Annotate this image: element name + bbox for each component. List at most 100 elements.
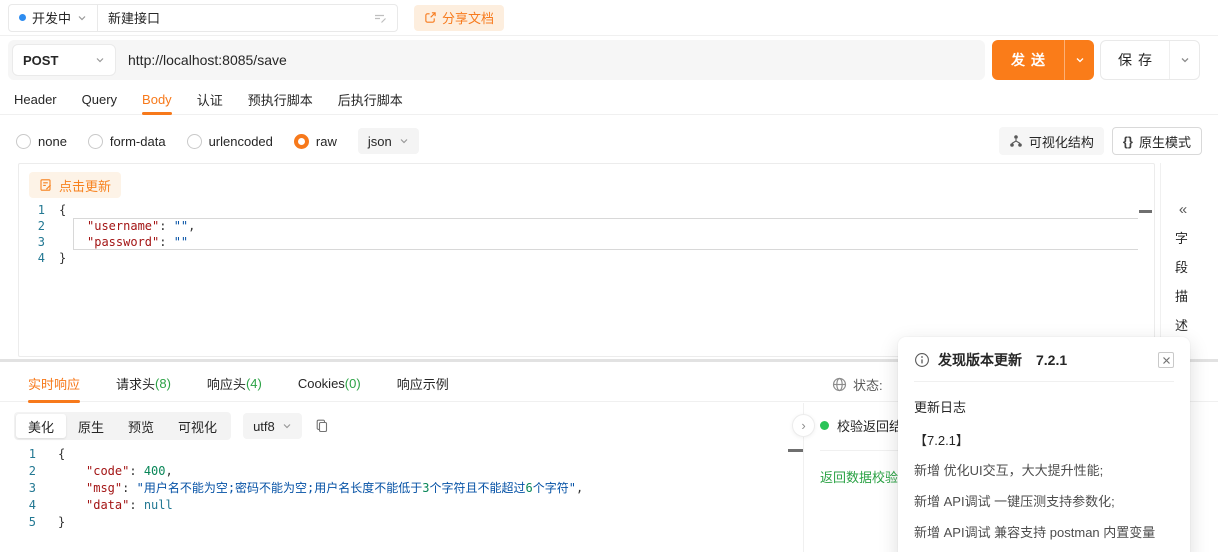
visual-structure-button[interactable]: 可视化结构 — [999, 127, 1104, 155]
save-options-caret[interactable] — [1169, 41, 1199, 79]
close-icon — [1162, 356, 1171, 365]
changelog-item: 新增 API调试 一键压测支持参数化; — [914, 492, 1174, 511]
share-doc-label: 分享文档 — [442, 8, 494, 27]
share-icon — [424, 11, 437, 24]
info-circle-icon — [914, 352, 930, 368]
api-name-group: 开发中 新建接口 — [8, 4, 398, 32]
radio-circle — [187, 134, 202, 149]
chevron-down-icon — [399, 136, 409, 146]
popup-header: 发现版本更新 7.2.1 — [914, 350, 1174, 370]
close-popup-button[interactable] — [1158, 352, 1174, 368]
view-preview[interactable]: 预览 — [116, 414, 166, 438]
chevron-down-icon — [1075, 55, 1085, 65]
response-code-area[interactable]: 1 { 2 "code": 400, 3 "msg": "用户名不能为空;密码不… — [0, 446, 788, 552]
api-name-value: 新建接口 — [108, 8, 160, 27]
field-description-panel: « 字段描述 — [1160, 163, 1218, 357]
editor-minimap[interactable] — [1138, 202, 1154, 356]
radio-urlencoded[interactable]: urlencoded — [187, 134, 273, 149]
validation-title-row: 校验返回结 — [820, 416, 902, 435]
validation-status-dot — [820, 421, 829, 430]
popup-title: 发现版本更新 — [938, 350, 1022, 370]
document-edit-icon — [39, 178, 53, 192]
view-beautify[interactable]: 美化 — [16, 414, 66, 438]
popup-version: 7.2.1 — [1036, 352, 1067, 368]
line-number: 4 — [19, 250, 59, 266]
divider — [914, 381, 1174, 382]
send-options-caret[interactable] — [1064, 40, 1094, 80]
code-line: 1 { — [19, 202, 1138, 218]
tab-query[interactable]: Query — [82, 84, 117, 114]
request-tabs: Header Query Body 认证 预执行脚本 后执行脚本 — [0, 84, 1218, 115]
radio-form-data[interactable]: form-data — [88, 134, 166, 149]
method-select[interactable]: POST — [12, 44, 116, 76]
tab-realtime-response[interactable]: 实时响应 — [28, 366, 80, 402]
app-root: 开发中 新建接口 分享文档 POST http://localhost:8085… — [0, 0, 1218, 552]
raw-mode-button[interactable]: {} 原生模式 — [1112, 127, 1202, 155]
chevron-down-icon — [95, 55, 105, 65]
body-row-right: 可视化结构 {} 原生模式 — [999, 127, 1202, 155]
response-toolbar: 美化 原生 预览 可视化 utf8 — [0, 410, 790, 442]
minimap-code-dash — [1139, 210, 1152, 213]
topbar: 开发中 新建接口 分享文档 — [0, 0, 1218, 36]
line-number: 4 — [0, 497, 44, 514]
share-doc-button[interactable]: 分享文档 — [414, 5, 504, 31]
tab-body[interactable]: Body — [142, 84, 172, 114]
send-label: 发送 — [992, 40, 1064, 80]
view-mode-segmented: 美化 原生 预览 可视化 — [14, 412, 231, 440]
api-name-input[interactable]: 新建接口 — [98, 5, 397, 31]
tab-pre-script[interactable]: 预执行脚本 — [248, 84, 313, 114]
click-update-button[interactable]: 点击更新 — [29, 172, 121, 198]
chevron-down-icon — [282, 421, 292, 431]
send-button[interactable]: 发送 — [992, 40, 1094, 80]
line-number: 3 — [0, 480, 44, 497]
validation-result-link[interactable]: 返回数据校验 — [820, 467, 898, 486]
collapse-panel-button[interactable]: › — [792, 414, 815, 437]
encoding-select[interactable]: utf8 — [243, 413, 302, 439]
tab-post-script[interactable]: 后执行脚本 — [338, 84, 403, 114]
minimap-code-dash — [788, 449, 804, 452]
expand-panel-icon[interactable]: « — [1175, 201, 1191, 218]
api-status-select[interactable]: 开发中 — [9, 5, 98, 31]
tab-response-headers[interactable]: 响应头(4) — [207, 366, 262, 402]
radio-circle — [88, 134, 103, 149]
changelog-item: 新增 优化UI交互，大大提升性能; — [914, 461, 1174, 480]
line-number: 3 — [19, 234, 59, 250]
tab-response-example[interactable]: 响应示例 — [397, 366, 449, 402]
copy-response-button[interactable] — [314, 418, 330, 434]
count-badge: (0) — [345, 376, 361, 391]
changelog-title: 更新日志 — [914, 397, 1174, 416]
chevron-down-icon — [1180, 55, 1190, 65]
code-line: 3 "password": "" — [19, 234, 1138, 250]
tab-auth[interactable]: 认证 — [197, 84, 223, 114]
radio-none[interactable]: none — [16, 134, 67, 149]
tab-request-headers[interactable]: 请求头(8) — [116, 366, 171, 402]
url-input[interactable]: http://localhost:8085/save — [128, 52, 287, 68]
status-dot-icon — [19, 14, 26, 21]
code-line: 1 { — [0, 446, 788, 463]
code-line: 4 "data": null — [0, 497, 788, 514]
body-code-area[interactable]: 1 { 2 "username": "", 3 "password": "" 4… — [19, 202, 1138, 356]
count-badge: (4) — [246, 376, 262, 391]
line-number: 1 — [19, 202, 59, 218]
tab-cookies[interactable]: Cookies(0) — [298, 366, 361, 402]
changelog-version-tag: 【7.2.1】 — [914, 430, 1174, 449]
url-group: POST http://localhost:8085/save — [8, 40, 985, 80]
tree-structure-icon — [1009, 134, 1023, 148]
view-visualize[interactable]: 可视化 — [166, 414, 229, 438]
radio-raw[interactable]: raw — [294, 134, 337, 149]
tab-header[interactable]: Header — [14, 84, 57, 114]
body-editor[interactable]: 点击更新 1 { 2 "username": "", 3 "password":… — [18, 163, 1155, 357]
status-label: 状态: — [853, 375, 883, 394]
raw-format-select[interactable]: json — [358, 128, 419, 154]
code-line: 5 } — [0, 514, 788, 531]
count-badge: (8) — [155, 376, 171, 391]
code-line: 3 "msg": "用户名不能为空;密码不能为空;用户名长度不能低于3个字符且不… — [0, 480, 788, 497]
method-value: POST — [23, 53, 58, 68]
edit-icon[interactable] — [373, 11, 387, 25]
save-button[interactable]: 保存 — [1100, 40, 1200, 80]
line-number: 1 — [0, 446, 44, 463]
view-raw[interactable]: 原生 — [66, 414, 116, 438]
status-label: 开发中 — [32, 8, 71, 27]
changelog-item: 新增 API调试 兼容支持 postman 内置变量 — [914, 523, 1174, 542]
field-description-label[interactable]: 字段描述 — [1175, 224, 1191, 340]
